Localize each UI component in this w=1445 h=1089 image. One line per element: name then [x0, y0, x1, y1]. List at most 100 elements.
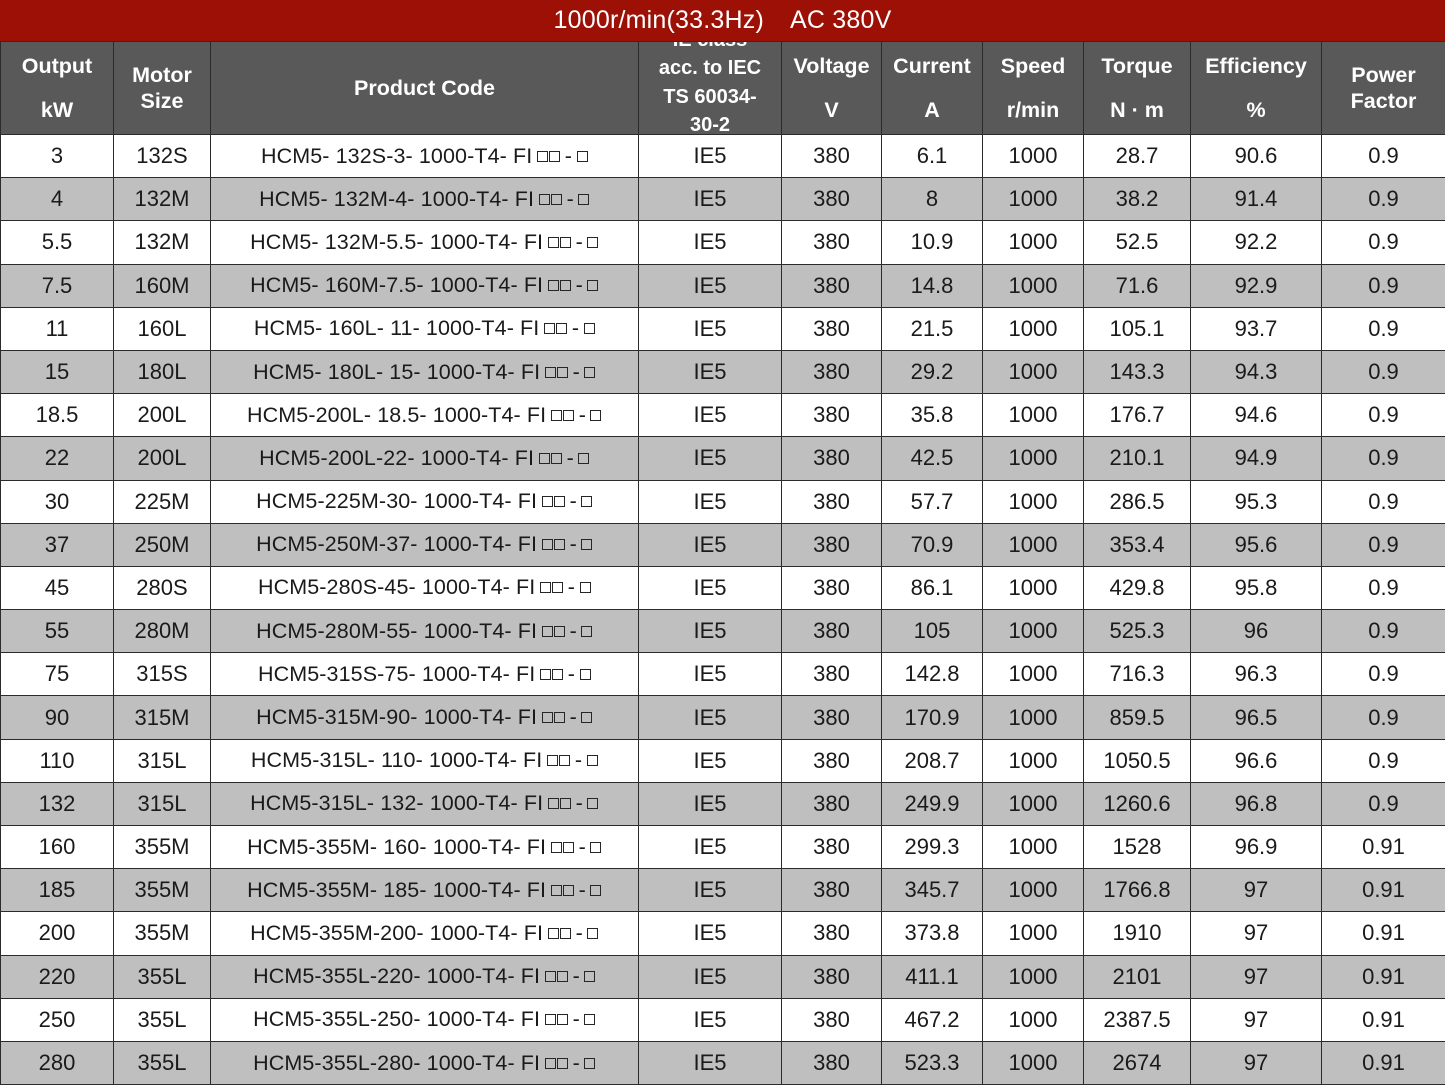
code-dash: -: [575, 920, 583, 945]
row-power-factor: 0.9: [1321, 609, 1445, 654]
row-torque: 38.2: [1083, 177, 1191, 222]
code-placeholder-box: [545, 971, 557, 983]
code-placeholder-box: [587, 280, 599, 292]
code-dash: -: [572, 964, 580, 989]
header-line-1: Speed: [1000, 54, 1066, 79]
code-placeholder-box: [590, 884, 602, 896]
row-speed: 1000: [982, 436, 1084, 481]
product-code-text: HCM5-355L-220- 1000-T4- FI: [253, 964, 541, 989]
row-efficiency: 97: [1190, 954, 1322, 999]
row-voltage: 380: [781, 824, 882, 870]
row-output-kw: 90: [0, 695, 114, 740]
row-power-factor: 0.91: [1321, 824, 1445, 870]
header-row: Output kW Motor Size Product Code IE cla…: [0, 41, 1445, 135]
row-current: 249.9: [881, 781, 983, 827]
row-power-factor: 0.9: [1321, 133, 1445, 179]
row-voltage: 380: [781, 177, 882, 222]
code-dash: -: [569, 618, 577, 643]
row-current: 57.7: [881, 479, 983, 524]
row-efficiency: 95.8: [1190, 565, 1322, 611]
row-voltage: 380: [781, 393, 882, 438]
code-placeholder-box: [581, 625, 593, 637]
row-torque: 176.7: [1083, 393, 1191, 438]
row-power-factor: 0.9: [1321, 781, 1445, 827]
row-torque: 429.8: [1083, 565, 1191, 611]
row-output-kw: 160: [0, 824, 114, 870]
header-line-3: TS 60034-: [663, 85, 757, 108]
row-speed: 1000: [982, 997, 1084, 1042]
product-code-text: HCM5- 160L- 11- 1000-T4- FI: [253, 316, 540, 341]
header-line-1: Efficiency: [1205, 54, 1307, 79]
code-placeholder-box: [560, 798, 572, 810]
code-placeholder-box: [551, 452, 563, 464]
row-efficiency: 97: [1190, 997, 1322, 1042]
code-placeholder-box: [548, 798, 560, 810]
row-product-code: HCM5-200L- 18.5- 1000-T4- FI -: [210, 393, 639, 438]
row-motor-size: 355L: [113, 954, 211, 999]
row-output-kw: 11: [0, 306, 114, 351]
row-efficiency: 96.5: [1190, 695, 1322, 740]
row-output-kw: 280: [0, 1040, 114, 1086]
row-voltage: 380: [781, 565, 882, 611]
row-motor-size: 355M: [113, 868, 211, 913]
row-ie-class: IE5: [638, 1040, 782, 1086]
product-code-text: HCM5- 160M-7.5- 1000-T4- FI: [250, 273, 544, 298]
row-current: 105: [881, 609, 983, 654]
row-output-kw: 3: [0, 133, 114, 179]
row-product-code: HCM5-355M-200- 1000-T4- FI -: [210, 911, 639, 956]
row-current: 10.9: [881, 220, 983, 265]
code-placeholder-box: [539, 452, 551, 464]
row-motor-size: 225M: [113, 479, 211, 524]
row-efficiency: 90.6: [1190, 133, 1322, 179]
row-motor-size: 315L: [113, 781, 211, 827]
col-header-speed: Speed r/min: [982, 41, 1084, 135]
code-placeholder-box: [560, 280, 572, 292]
code-placeholder-box: [576, 150, 588, 162]
row-current: 373.8: [881, 911, 983, 956]
row-power-factor: 0.9: [1321, 652, 1445, 697]
row-speed: 1000: [982, 781, 1084, 827]
row-current: 170.9: [881, 695, 983, 740]
code-dash: -: [572, 1050, 580, 1075]
code-placeholder-box: [563, 884, 575, 896]
row-product-code: HCM5-250M-37- 1000-T4- FI -: [210, 522, 639, 567]
code-placeholder-box: [548, 280, 560, 292]
row-voltage: 380: [781, 133, 882, 179]
row-ie-class: IE5: [638, 738, 782, 783]
code-placeholder-box: [590, 409, 602, 421]
code-dash: -: [566, 186, 574, 211]
row-voltage: 380: [781, 436, 882, 481]
code-placeholder-box: [559, 755, 571, 767]
code-dash: -: [569, 489, 577, 514]
code-placeholder-box: [586, 755, 598, 767]
row-power-factor: 0.9: [1321, 479, 1445, 524]
product-code-text: HCM5-315L- 132- 1000-T4- FI: [250, 791, 544, 816]
row-voltage: 380: [781, 220, 882, 265]
code-placeholder-box: [554, 625, 566, 637]
code-placeholder-box: [542, 625, 554, 637]
row-current: 70.9: [881, 522, 983, 567]
row-voltage: 380: [781, 652, 882, 697]
code-placeholder-box: [539, 193, 551, 205]
row-current: 42.5: [881, 436, 983, 481]
row-product-code: HCM5-280M-55- 1000-T4- FI -: [210, 609, 639, 654]
code-placeholder-box: [557, 971, 569, 983]
row-efficiency: 94.6: [1190, 393, 1322, 438]
product-code-text: HCM5-355L-280- 1000-T4- FI: [253, 1050, 541, 1075]
code-placeholder-box: [583, 323, 595, 335]
row-efficiency: 96.3: [1190, 652, 1322, 697]
table-row: 11 160L HCM5- 160L- 11- 1000-T4- FI - IE5 380…: [0, 306, 1445, 351]
row-output-kw: 55: [0, 609, 114, 654]
row-product-code: HCM5- 132M-5.5- 1000-T4- FI -: [210, 220, 639, 265]
table-row: 90 315M HCM5-315M-90- 1000-T4- FI - IE5 380 17…: [0, 695, 1445, 740]
row-product-code: HCM5-355L-280- 1000-T4- FI -: [210, 1040, 639, 1086]
table-body: 3 132S HCM5- 132S-3- 1000-T4- FI - IE5 380 6.1…: [0, 133, 1445, 1086]
table-row: 75 315S HCM5-315S-75- 1000-T4- FI - IE5 380 14…: [0, 652, 1445, 697]
table-row: 7.5 160M HCM5- 160M-7.5- 1000-T4- FI - IE5 38…: [0, 263, 1445, 308]
row-ie-class: IE5: [638, 954, 782, 999]
product-code-text: HCM5- 132S-3- 1000-T4- FI: [260, 143, 533, 168]
row-power-factor: 0.91: [1321, 1040, 1445, 1086]
title-speed: 1000r/min(33.3Hz): [553, 6, 764, 34]
row-speed: 1000: [982, 824, 1084, 870]
code-placeholder-box: [544, 323, 556, 335]
